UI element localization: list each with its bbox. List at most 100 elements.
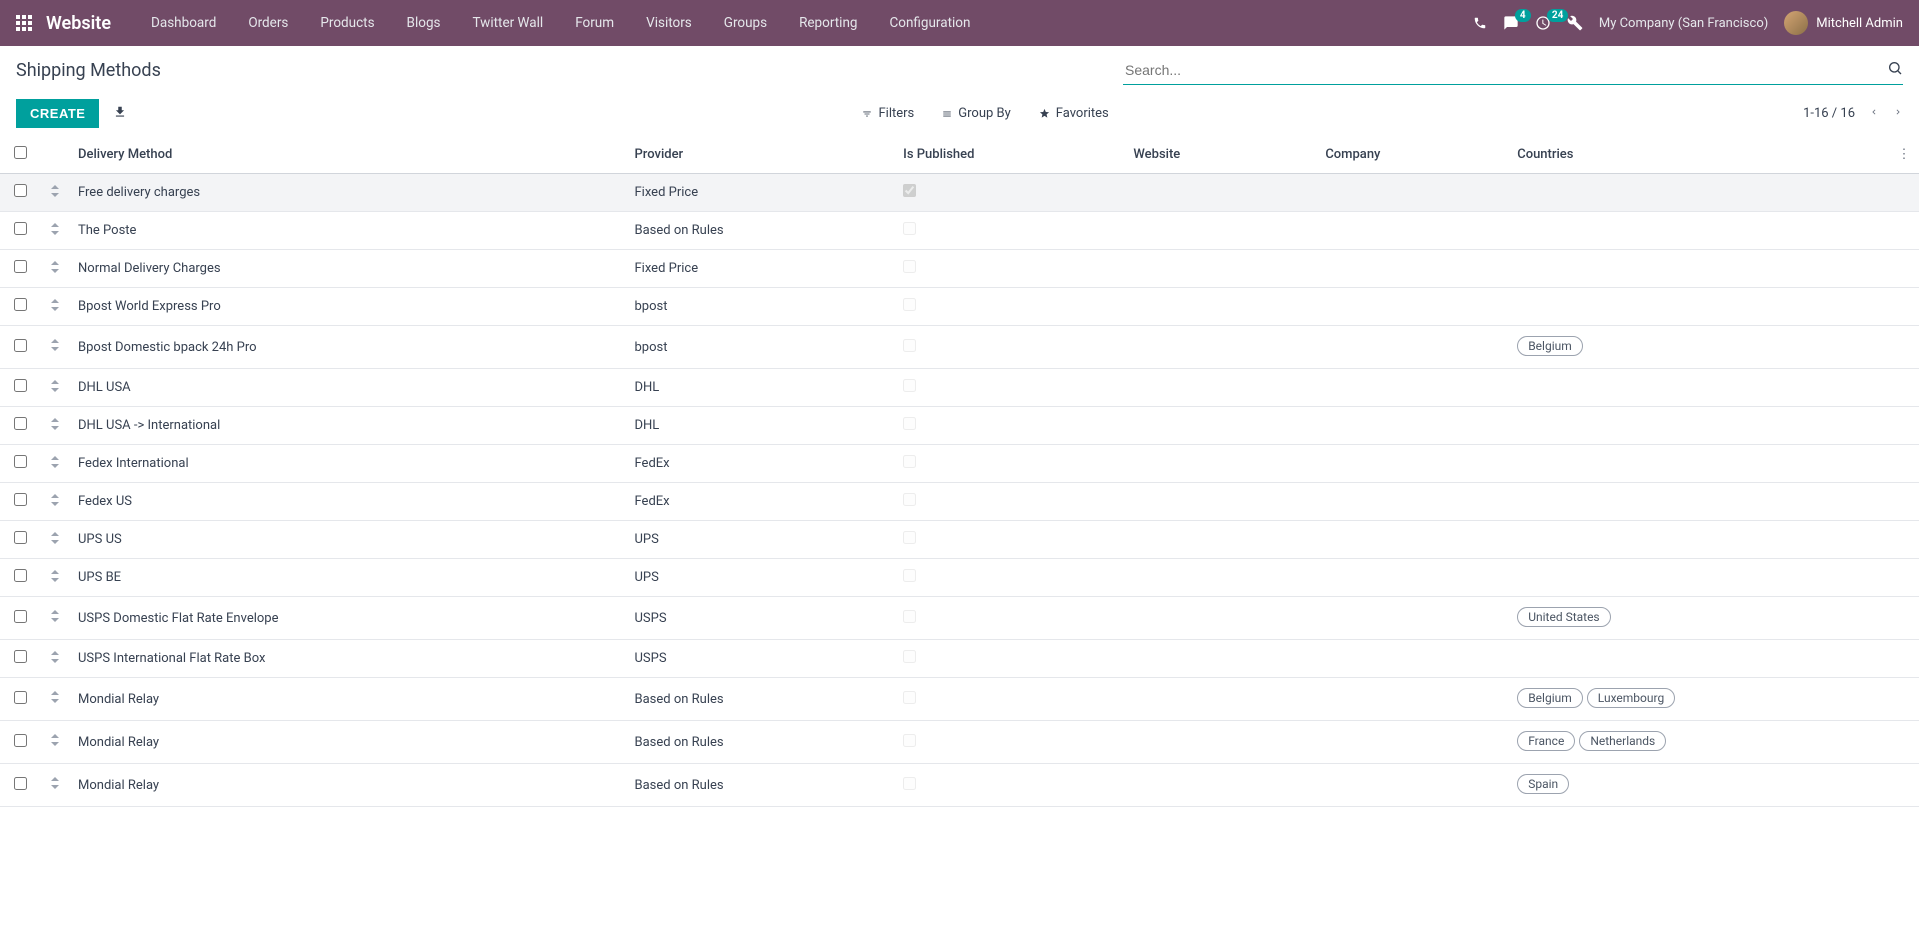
- menu-item-dashboard[interactable]: Dashboard: [139, 9, 228, 37]
- table-row[interactable]: Bpost World Express Probpost: [0, 288, 1919, 326]
- drag-handle-icon[interactable]: [40, 721, 70, 764]
- drag-handle-icon[interactable]: [40, 250, 70, 288]
- row-checkbox[interactable]: [14, 184, 27, 197]
- drag-handle-icon[interactable]: [40, 445, 70, 483]
- drag-handle-icon[interactable]: [40, 640, 70, 678]
- col-is-published[interactable]: Is Published: [895, 136, 1125, 174]
- menu-item-reporting[interactable]: Reporting: [787, 9, 869, 37]
- is-published-checkbox[interactable]: [903, 650, 916, 663]
- row-checkbox[interactable]: [14, 569, 27, 582]
- drag-handle-icon[interactable]: [40, 483, 70, 521]
- is-published-checkbox[interactable]: [903, 260, 916, 273]
- groupby-button[interactable]: Group By: [942, 106, 1011, 121]
- is-published-checkbox[interactable]: [903, 298, 916, 311]
- is-published-checkbox[interactable]: [903, 691, 916, 704]
- import-button[interactable]: [113, 105, 127, 123]
- col-website[interactable]: Website: [1125, 136, 1317, 174]
- country-tag[interactable]: Belgium: [1517, 336, 1583, 356]
- table-row[interactable]: DHL USA -> InternationalDHL: [0, 407, 1919, 445]
- filters-button[interactable]: Filters: [862, 106, 914, 121]
- table-row[interactable]: DHL USADHL: [0, 369, 1919, 407]
- row-checkbox[interactable]: [14, 260, 27, 273]
- is-published-checkbox[interactable]: [903, 569, 916, 582]
- table-row[interactable]: Mondial RelayBased on RulesSpain: [0, 764, 1919, 807]
- is-published-checkbox[interactable]: [903, 339, 916, 352]
- menu-item-orders[interactable]: Orders: [236, 9, 300, 37]
- table-row[interactable]: Mondial RelayBased on RulesBelgiumLuxemb…: [0, 678, 1919, 721]
- drag-handle-icon[interactable]: [40, 288, 70, 326]
- table-row[interactable]: Free delivery chargesFixed Price: [0, 174, 1919, 212]
- row-checkbox[interactable]: [14, 222, 27, 235]
- is-published-checkbox[interactable]: [903, 184, 916, 197]
- col-provider[interactable]: Provider: [627, 136, 896, 174]
- country-tag[interactable]: Spain: [1517, 774, 1569, 794]
- row-checkbox[interactable]: [14, 531, 27, 544]
- table-row[interactable]: Fedex InternationalFedEx: [0, 445, 1919, 483]
- drag-handle-icon[interactable]: [40, 407, 70, 445]
- table-row[interactable]: UPS USUPS: [0, 521, 1919, 559]
- table-row[interactable]: UPS BEUPS: [0, 559, 1919, 597]
- menu-item-groups[interactable]: Groups: [712, 9, 779, 37]
- pager-prev[interactable]: [1869, 106, 1879, 122]
- col-company[interactable]: Company: [1317, 136, 1509, 174]
- col-delivery-method[interactable]: Delivery Method: [70, 136, 627, 174]
- drag-handle-icon[interactable]: [40, 326, 70, 369]
- country-tag[interactable]: United States: [1517, 607, 1610, 627]
- table-row[interactable]: USPS Domestic Flat Rate EnvelopeUSPSUnit…: [0, 597, 1919, 640]
- drag-handle-icon[interactable]: [40, 369, 70, 407]
- row-checkbox[interactable]: [14, 734, 27, 747]
- search-input[interactable]: [1123, 56, 1881, 84]
- table-row[interactable]: Mondial RelayBased on RulesFranceNetherl…: [0, 721, 1919, 764]
- is-published-checkbox[interactable]: [903, 493, 916, 506]
- row-checkbox[interactable]: [14, 379, 27, 392]
- is-published-checkbox[interactable]: [903, 222, 916, 235]
- menu-item-configuration[interactable]: Configuration: [877, 9, 982, 37]
- is-published-checkbox[interactable]: [903, 531, 916, 544]
- company-selector[interactable]: My Company (San Francisco): [1599, 16, 1768, 31]
- country-tag[interactable]: Belgium: [1517, 688, 1583, 708]
- is-published-checkbox[interactable]: [903, 777, 916, 790]
- table-row[interactable]: Bpost Domestic bpack 24h ProbpostBelgium: [0, 326, 1919, 369]
- apps-icon[interactable]: [16, 15, 32, 31]
- phone-icon[interactable]: [1473, 16, 1487, 30]
- row-checkbox[interactable]: [14, 610, 27, 623]
- pager-text[interactable]: 1-16 / 16: [1803, 106, 1855, 121]
- is-published-checkbox[interactable]: [903, 417, 916, 430]
- debug-icon[interactable]: [1567, 15, 1583, 31]
- is-published-checkbox[interactable]: [903, 455, 916, 468]
- menu-item-visitors[interactable]: Visitors: [634, 9, 704, 37]
- optional-columns[interactable]: ⋮: [1889, 136, 1919, 174]
- pager-next[interactable]: [1893, 106, 1903, 122]
- country-tag[interactable]: France: [1517, 731, 1575, 751]
- select-all-checkbox[interactable]: [14, 146, 27, 159]
- row-checkbox[interactable]: [14, 298, 27, 311]
- row-checkbox[interactable]: [14, 777, 27, 790]
- menu-item-twitter-wall[interactable]: Twitter Wall: [461, 9, 556, 37]
- row-checkbox[interactable]: [14, 493, 27, 506]
- row-checkbox[interactable]: [14, 417, 27, 430]
- table-row[interactable]: USPS International Flat Rate BoxUSPS: [0, 640, 1919, 678]
- create-button[interactable]: CREATE: [16, 99, 99, 128]
- app-brand[interactable]: Website: [46, 13, 111, 34]
- activities-icon[interactable]: 24: [1535, 15, 1551, 31]
- favorites-button[interactable]: Favorites: [1039, 106, 1109, 121]
- row-checkbox[interactable]: [14, 691, 27, 704]
- drag-handle-icon[interactable]: [40, 597, 70, 640]
- table-row[interactable]: Normal Delivery ChargesFixed Price: [0, 250, 1919, 288]
- messages-icon[interactable]: 4: [1503, 15, 1519, 31]
- row-checkbox[interactable]: [14, 650, 27, 663]
- row-checkbox[interactable]: [14, 455, 27, 468]
- col-countries[interactable]: Countries: [1509, 136, 1889, 174]
- country-tag[interactable]: Netherlands: [1579, 731, 1666, 751]
- country-tag[interactable]: Luxembourg: [1587, 688, 1675, 708]
- menu-item-products[interactable]: Products: [308, 9, 386, 37]
- menu-item-blogs[interactable]: Blogs: [395, 9, 453, 37]
- is-published-checkbox[interactable]: [903, 379, 916, 392]
- table-row[interactable]: The PosteBased on Rules: [0, 212, 1919, 250]
- drag-handle-icon[interactable]: [40, 764, 70, 807]
- row-checkbox[interactable]: [14, 339, 27, 352]
- is-published-checkbox[interactable]: [903, 610, 916, 623]
- drag-handle-icon[interactable]: [40, 212, 70, 250]
- is-published-checkbox[interactable]: [903, 734, 916, 747]
- drag-handle-icon[interactable]: [40, 521, 70, 559]
